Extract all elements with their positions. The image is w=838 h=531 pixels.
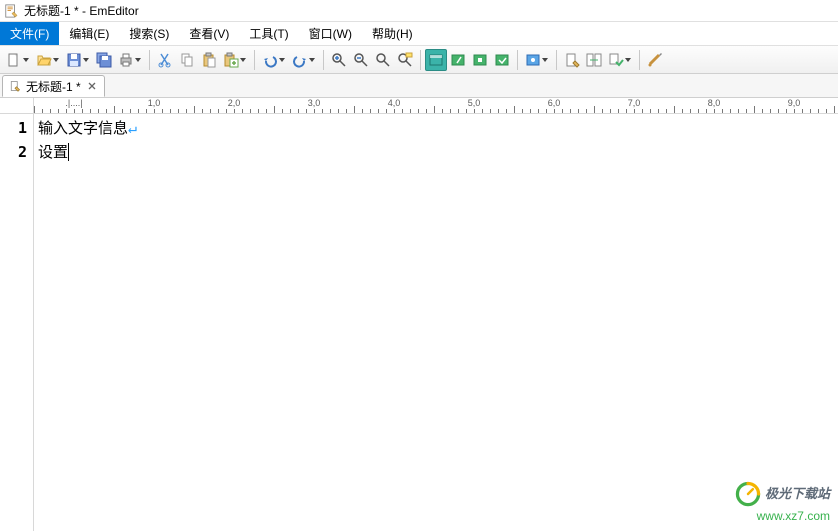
ruler: .|....|1,02,03,04,05,06,07,08,09,01,0,0 [0, 98, 838, 114]
chevron-down-icon[interactable] [624, 50, 632, 70]
menu-help[interactable]: 帮助(H) [362, 22, 423, 45]
find-button[interactable] [372, 49, 394, 71]
zoom-in-button[interactable] [328, 49, 350, 71]
text-line[interactable]: 输入文字信息↵ [38, 116, 836, 140]
text-line[interactable]: 设置 [38, 140, 836, 164]
eol-marker-icon: ↵ [128, 116, 137, 140]
settings-button[interactable] [644, 49, 666, 71]
document-tab[interactable]: 无标题-1 * [2, 75, 105, 97]
panel-1-button[interactable] [425, 49, 447, 71]
document-tab-label: 无标题-1 * [26, 78, 81, 95]
open-file-button[interactable] [33, 49, 55, 71]
menu-bar: 文件(F) 编辑(E) 搜索(S) 查看(V) 工具(T) 窗口(W) 帮助(H… [0, 22, 838, 46]
cut-button[interactable] [154, 49, 176, 71]
document-icon [9, 80, 21, 92]
chevron-down-icon[interactable] [278, 50, 286, 70]
save-all-button[interactable] [93, 49, 115, 71]
chevron-down-icon[interactable] [82, 50, 90, 70]
editor-area[interactable]: 1 2 输入文字信息↵ 设置 [0, 114, 838, 531]
menu-search[interactable]: 搜索(S) [119, 22, 179, 45]
compare-button[interactable] [583, 49, 605, 71]
document-tabs: 无标题-1 * [0, 74, 838, 98]
copy-button[interactable] [176, 49, 198, 71]
toolbar-separator [517, 50, 518, 70]
chevron-down-icon[interactable] [308, 50, 316, 70]
window-title: 无标题-1 * - EmEditor [24, 2, 139, 19]
macros-button[interactable] [522, 49, 544, 71]
text-cursor [68, 143, 69, 161]
chevron-down-icon[interactable] [22, 50, 30, 70]
redo-button[interactable] [289, 49, 311, 71]
toolbar-separator [254, 50, 255, 70]
chevron-down-icon[interactable] [239, 50, 247, 70]
chevron-down-icon[interactable] [52, 50, 60, 70]
print-button[interactable] [115, 49, 137, 71]
toolbar-separator [323, 50, 324, 70]
panel-4-button[interactable] [491, 49, 513, 71]
chevron-down-icon[interactable] [541, 50, 549, 70]
menu-file[interactable]: 文件(F) [0, 22, 59, 45]
line-text: 输入文字信息 [38, 116, 128, 140]
undo-button[interactable] [259, 49, 281, 71]
chevron-down-icon[interactable] [134, 50, 142, 70]
spellcheck-button[interactable] [605, 49, 627, 71]
title-bar: 无标题-1 * - EmEditor [0, 0, 838, 22]
menu-tools[interactable]: 工具(T) [239, 22, 298, 45]
toolbar [0, 46, 838, 74]
menu-window[interactable]: 窗口(W) [299, 22, 362, 45]
toolbar-separator [639, 50, 640, 70]
paste-button[interactable] [198, 49, 220, 71]
menu-edit[interactable]: 编辑(E) [59, 22, 119, 45]
new-file-button[interactable] [3, 49, 25, 71]
panel-3-button[interactable] [469, 49, 491, 71]
menu-view[interactable]: 查看(V) [179, 22, 239, 45]
find-replace-button[interactable] [394, 49, 416, 71]
editor-content[interactable]: 输入文字信息↵ 设置 [34, 114, 838, 531]
clipboard-history-button[interactable] [220, 49, 242, 71]
line-text: 设置 [38, 140, 68, 164]
toolbar-separator [149, 50, 150, 70]
line-number: 2 [0, 140, 27, 164]
toolbar-separator [556, 50, 557, 70]
zoom-out-button[interactable] [350, 49, 372, 71]
panel-2-button[interactable] [447, 49, 469, 71]
bookmark-button[interactable] [561, 49, 583, 71]
close-tab-button[interactable] [86, 80, 98, 92]
line-number: 1 [0, 116, 27, 140]
app-icon [4, 4, 18, 18]
line-number-gutter: 1 2 [0, 114, 34, 531]
save-button[interactable] [63, 49, 85, 71]
toolbar-separator [420, 50, 421, 70]
